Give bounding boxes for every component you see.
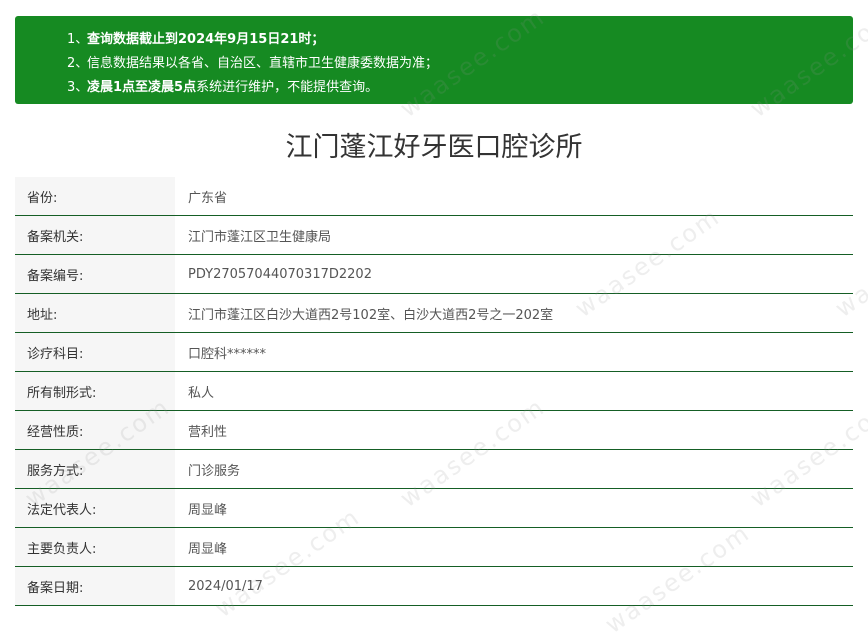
row-value: 广东省 [175,177,853,216]
row-label: 所有制形式: [15,371,175,411]
row-label: 备案日期: [15,566,175,606]
table-row: 服务方式: 门诊服务 [15,449,853,489]
row-value: 门诊服务 [175,449,853,489]
row-value: 私人 [175,371,853,411]
row-label: 法定代表人: [15,488,175,528]
table-row: 主要负责人: 周显峰 [15,527,853,567]
row-value: 2024/01/17 [175,566,853,606]
table-row: 所有制形式: 私人 [15,371,853,411]
notice-line-number: 3、 [67,80,89,95]
table-row: 备案机关: 江门市蓬江区卫生健康局 [15,215,853,255]
notice-banner: 1、查询数据截止到2024年9月15日21时； 2、信息数据结果以各省、自治区、… [15,16,853,104]
notice-line-number: 2、 [67,56,89,71]
table-row: 诊疗科目: 口腔科****** [15,332,853,372]
row-label: 经营性质: [15,410,175,450]
row-value: 江门市蓬江区卫生健康局 [175,215,853,255]
row-label: 省份: [15,177,175,216]
notice-line-text: 信息数据结果以各省、自治区、直辖市卫生健康委数据为准； [87,56,439,71]
row-label: 服务方式: [15,449,175,489]
notice-line-text: 查询数据截止到2024年9月15日21时； [87,32,325,47]
notice-line-number: 1、 [67,32,89,47]
table-row: 经营性质: 营利性 [15,410,853,450]
notice-line-1: 1、查询数据截止到2024年9月15日21时； [67,28,853,52]
table-row: 法定代表人: 周显峰 [15,488,853,528]
row-label: 主要负责人: [15,527,175,567]
notice-line-3: 3、凌晨1点至凌晨5点系统进行维护，不能提供查询。 [67,76,853,100]
record-info-table: 省份: 广东省 备案机关: 江门市蓬江区卫生健康局 备案编号: PDY2705704407… [15,177,853,606]
notice-line-2: 2、信息数据结果以各省、自治区、直辖市卫生健康委数据为准； [67,52,853,76]
table-row: 备案日期: 2024/01/17 [15,566,853,606]
table-row: 省份: 广东省 [15,177,853,216]
page-title: 江门蓬江好牙医口腔诊所 [285,132,583,163]
row-value: 周显峰 [175,527,853,567]
row-label: 地址: [15,293,175,333]
row-value: PDY27057044070317D2202 [175,254,853,294]
notice-line-text-bold: 凌晨1点至凌晨5点 [87,80,197,95]
row-value: 营利性 [175,410,853,450]
row-value: 口腔科****** [175,332,853,372]
row-label: 诊疗科目: [15,332,175,372]
row-value: 江门市蓬江区白沙大道西2号102室、白沙大道西2号之一202室 [175,293,853,333]
row-value: 周显峰 [175,488,853,528]
table-row: 地址: 江门市蓬江区白沙大道西2号102室、白沙大道西2号之一202室 [15,293,853,333]
row-label: 备案编号: [15,254,175,294]
row-label: 备案机关: [15,215,175,255]
notice-line-text: 系统进行维护，不能提供查询。 [196,80,379,95]
table-row: 备案编号: PDY27057044070317D2202 [15,254,853,294]
